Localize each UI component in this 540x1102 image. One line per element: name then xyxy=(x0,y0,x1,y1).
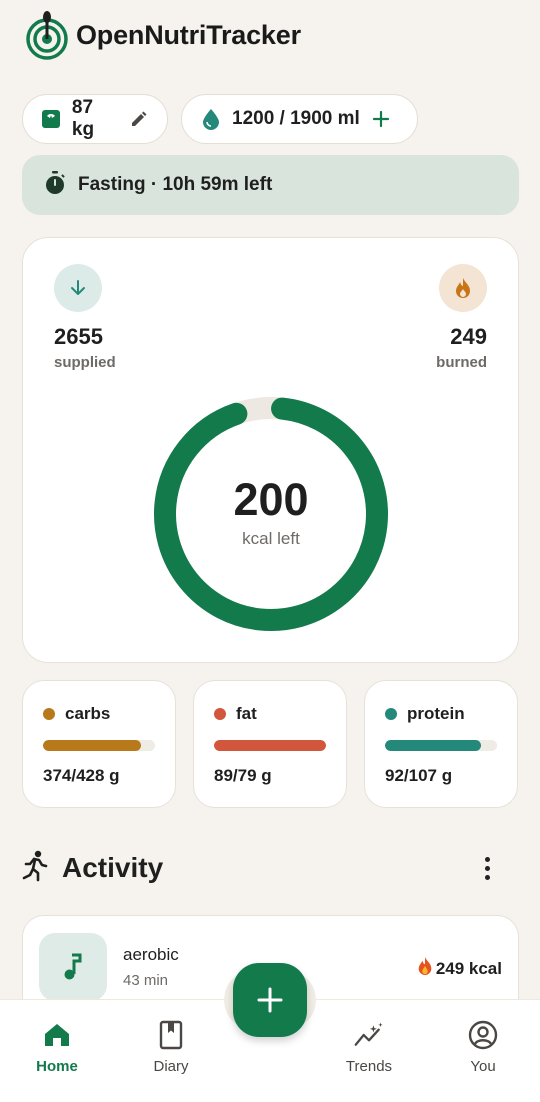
fasting-banner[interactable]: Fasting · 10h 59m left xyxy=(22,155,519,215)
target-icon xyxy=(26,11,68,60)
book-icon xyxy=(156,1018,186,1052)
macro-progress-track xyxy=(385,740,497,751)
macro-progress-fill xyxy=(385,740,482,751)
nav-diary-label: Diary xyxy=(153,1058,189,1075)
activity-section-header: Activity xyxy=(22,846,519,890)
app-title: OpenNutriTracker xyxy=(76,19,301,50)
macro-name: fat xyxy=(236,704,257,723)
burned-label: burned xyxy=(436,354,487,371)
macro-value: 374/428 g xyxy=(43,766,120,785)
macro-name: carbs xyxy=(65,704,111,723)
macro-progress-track xyxy=(214,740,326,751)
flame-icon xyxy=(416,956,434,981)
account-icon xyxy=(468,1018,498,1052)
running-person-icon xyxy=(22,850,48,887)
nav-trends-label: Trends xyxy=(345,1058,393,1075)
water-value: 1200 / 1900 ml xyxy=(232,108,360,129)
arrow-down-icon xyxy=(54,264,102,312)
activity-duration: 43 min xyxy=(123,972,169,989)
pencil-icon[interactable] xyxy=(128,108,149,130)
macro-value: 92/107 g xyxy=(385,766,453,785)
carbs-dot xyxy=(43,708,55,720)
activity-kcal-value: 249 kcal xyxy=(435,958,502,978)
activity-kcal: 249 kcal xyxy=(416,956,502,981)
nav-home-label: Home xyxy=(36,1058,78,1075)
activity-title: Activity xyxy=(62,852,164,883)
activity-name: aerobic xyxy=(123,945,179,964)
music-note-icon xyxy=(39,933,107,1001)
macro-card-carbs: carbs 374/428 g xyxy=(22,680,176,808)
nav-home[interactable]: Home xyxy=(12,1018,102,1075)
macro-progress-fill xyxy=(43,740,141,751)
nav-you-label: You xyxy=(470,1058,496,1075)
home-icon xyxy=(42,1018,72,1052)
macro-card-fat: fat 89/79 g xyxy=(193,680,347,808)
water-drop-icon xyxy=(200,108,222,130)
burned-value: 249 xyxy=(450,324,487,349)
macro-progress-fill xyxy=(214,740,326,751)
supplied-label: supplied xyxy=(54,354,116,371)
plus-icon[interactable] xyxy=(370,108,392,130)
trends-icon xyxy=(354,1018,384,1052)
kcal-left-label: kcal left xyxy=(242,529,300,548)
macro-value: 89/79 g xyxy=(214,766,272,785)
kcal-left-value: 200 xyxy=(233,474,309,525)
macro-card-protein: protein 92/107 g xyxy=(364,680,518,808)
macro-name: protein xyxy=(407,704,465,723)
plus-icon xyxy=(257,987,283,1013)
scale-icon xyxy=(41,108,62,130)
fasting-text: Fasting · 10h 59m left xyxy=(78,174,273,195)
calorie-summary-card: 2655 supplied 249 burned 200 kcal left xyxy=(22,237,519,663)
weight-value: 87 kg xyxy=(71,97,95,140)
water-chip[interactable]: 1200 / 1900 ml xyxy=(181,94,418,144)
app-header: OpenNutriTracker xyxy=(24,10,301,60)
nav-trends[interactable]: Trends xyxy=(324,1018,414,1075)
nav-you[interactable]: You xyxy=(438,1018,528,1075)
more-vertical-icon[interactable] xyxy=(475,854,499,882)
weight-chip[interactable]: 87 kg xyxy=(22,94,168,144)
protein-dot xyxy=(385,708,397,720)
supplied-value: 2655 xyxy=(54,324,103,349)
fat-dot xyxy=(214,708,226,720)
stopwatch-icon xyxy=(44,170,66,200)
flame-icon xyxy=(439,264,487,312)
macro-progress-track xyxy=(43,740,155,751)
nav-diary[interactable]: Diary xyxy=(126,1018,216,1075)
add-button[interactable] xyxy=(233,963,307,1037)
